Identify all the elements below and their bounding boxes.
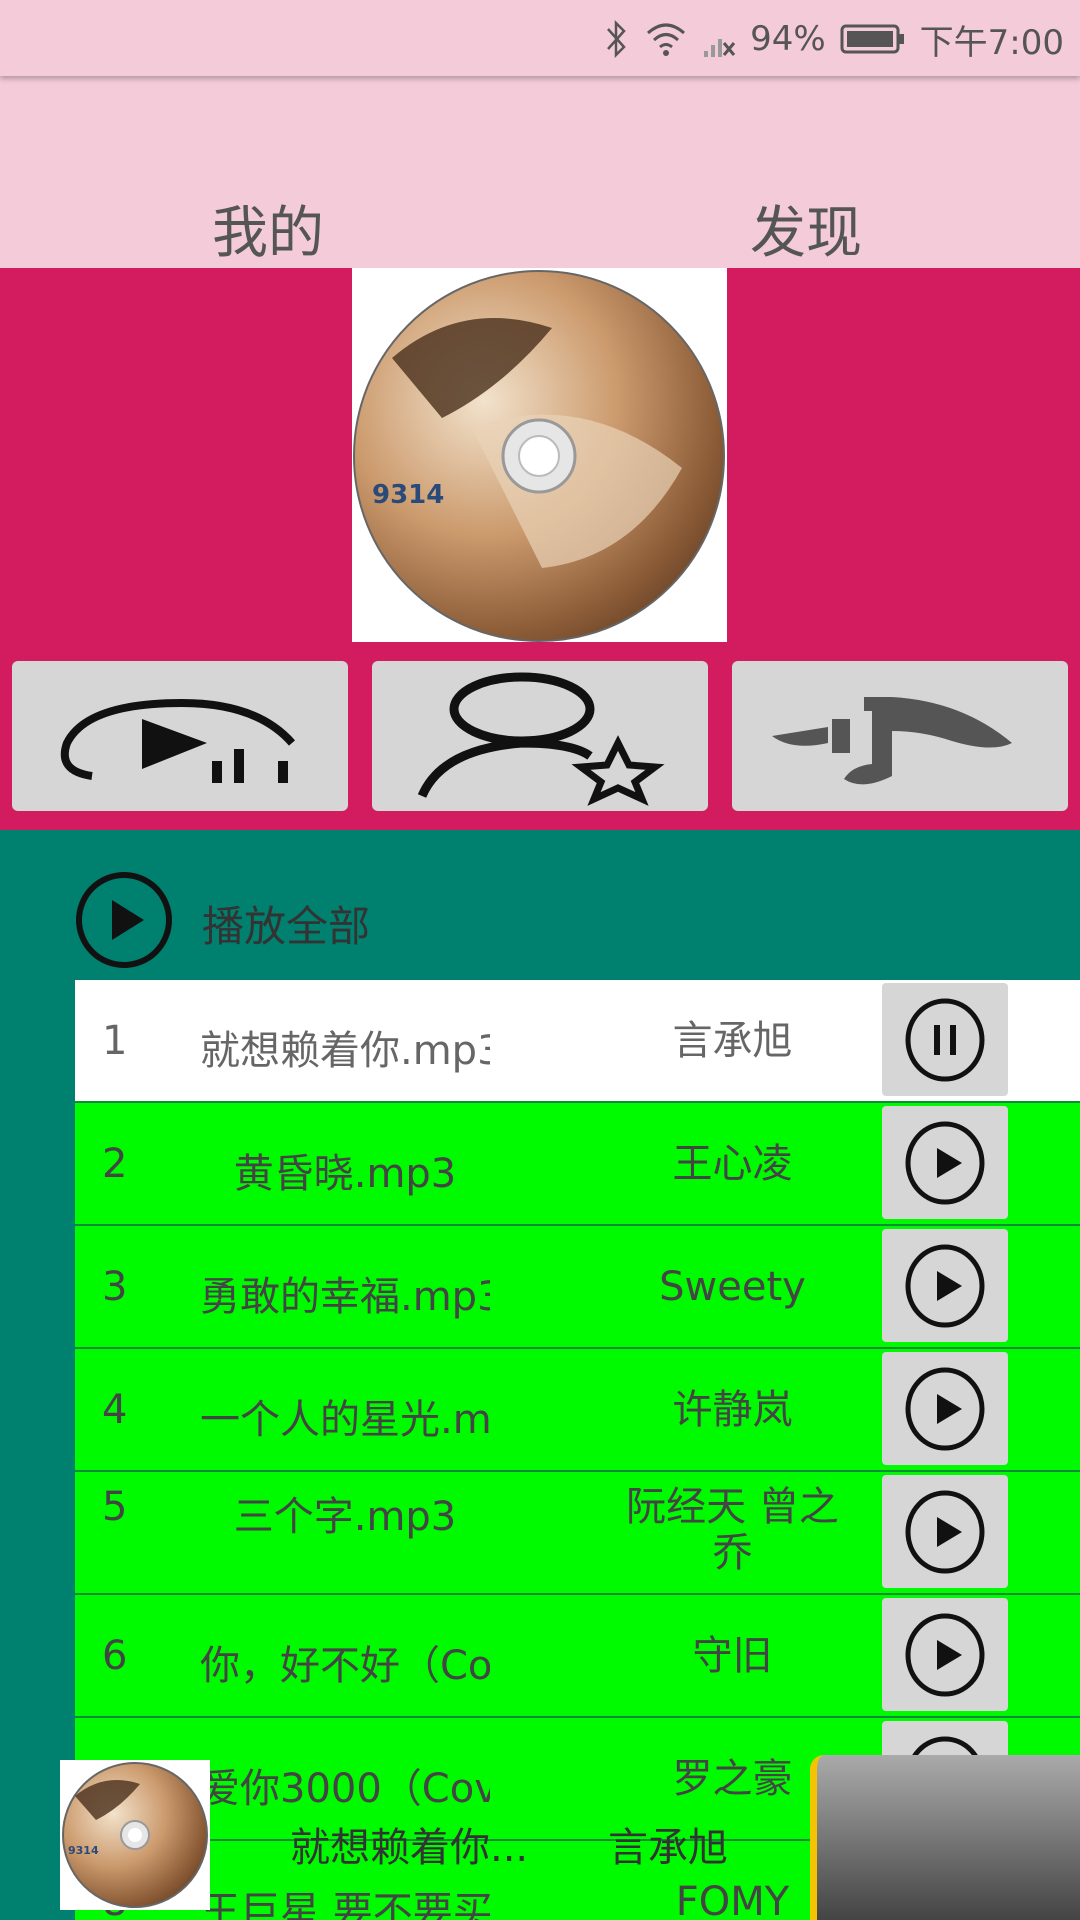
bluetooth-icon: [604, 19, 630, 59]
song-title: 爱你3000（Cover：..: [200, 1766, 490, 1812]
battery-icon: [840, 23, 906, 55]
song-title: 一个人的星光.mp3: [200, 1397, 490, 1443]
pause-button[interactable]: [882, 983, 1008, 1096]
play-button[interactable]: [882, 1598, 1008, 1711]
battery-percent: 94%: [750, 19, 826, 59]
album-cover[interactable]: 9314: [352, 268, 727, 642]
play-icon: [905, 1121, 985, 1205]
album-disc-image: 9314: [353, 270, 725, 642]
favorite-artists-button[interactable]: [372, 661, 708, 811]
play-stats-button[interactable]: [12, 661, 348, 811]
mini-player-album[interactable]: 9314: [60, 1760, 210, 1910]
song-row[interactable]: 1 就想赖着你.mp3 言承旭: [75, 980, 1080, 1103]
signal-icon: [702, 19, 736, 59]
tab-mine[interactable]: 我的: [212, 188, 324, 269]
play-icon: [905, 1613, 985, 1697]
music-note-icon: [772, 697, 1012, 785]
play-all-label[interactable]: 播放全部: [202, 893, 370, 954]
song-row[interactable]: 6 你，好不好（Cover.. 守旧: [75, 1595, 1080, 1718]
song-title: 就想赖着你.mp3: [200, 1028, 490, 1074]
music-library-button[interactable]: [732, 661, 1068, 811]
status-indicators: 94% 下午7:00: [604, 14, 1064, 64]
play-icon: [905, 1490, 985, 1574]
tab-discover[interactable]: 发现: [750, 188, 862, 269]
song-artist: 言承旭: [672, 1018, 793, 1064]
song-row[interactable]: 5 三个字.mp3 阮经天 曾之乔: [75, 1472, 1080, 1595]
song-artist: Sweety: [659, 1264, 806, 1310]
featured-section: 9314: [0, 268, 1080, 830]
song-title: 黄昏晓.mp3: [233, 1151, 457, 1197]
play-button[interactable]: [882, 1475, 1008, 1588]
play-button[interactable]: [882, 1229, 1008, 1342]
play-icon: [905, 1367, 985, 1451]
play-button[interactable]: [882, 1106, 1008, 1219]
mini-player-artist[interactable]: 言承旭: [608, 1815, 728, 1873]
wifi-icon: [644, 19, 688, 59]
svg-text:9314: 9314: [68, 1844, 99, 1857]
top-header: 我的 发现: [0, 76, 1080, 268]
play-circle-icon: [76, 872, 172, 968]
song-number: 3: [102, 1264, 128, 1310]
song-title: 勇敢的幸福.mp3: [200, 1274, 490, 1320]
status-bar: 94% 下午7:00: [0, 0, 1080, 76]
song-number: 4: [102, 1387, 128, 1433]
song-artist: 阮经天 曾之乔: [626, 1484, 839, 1576]
clock: 下午7:00: [919, 22, 1064, 63]
song-number: 2: [102, 1141, 128, 1187]
mini-player-title[interactable]: 就想赖着你...: [290, 1815, 528, 1873]
pause-icon: [905, 998, 985, 1082]
song-number: 1: [102, 1018, 128, 1064]
song-artist: 王心凌: [672, 1141, 793, 1187]
song-row[interactable]: 2 黄昏晓.mp3 王心凌: [75, 1103, 1080, 1226]
svg-text:9314: 9314: [372, 480, 444, 510]
song-artist: 许静岚: [672, 1387, 793, 1433]
song-title: 你，好不好（Cover..: [200, 1643, 490, 1689]
play-chart-icon: [60, 698, 296, 783]
play-all-button[interactable]: [74, 870, 174, 974]
mini-album-disc-image: 9314: [62, 1762, 208, 1908]
song-title: 三个字.mp3: [233, 1494, 457, 1540]
user-star-icon: [417, 672, 665, 806]
mini-player-control[interactable]: [810, 1755, 1080, 1920]
song-artist: 守旧: [692, 1633, 773, 1679]
song-number: 6: [102, 1633, 128, 1679]
song-row[interactable]: 3 勇敢的幸福.mp3 Sweety: [75, 1226, 1080, 1349]
song-title: 王巨星 要不要买菜: [200, 1889, 490, 1920]
play-icon: [905, 1244, 985, 1328]
play-button[interactable]: [882, 1352, 1008, 1465]
song-row[interactable]: 4 一个人的星光.mp3 许静岚: [75, 1349, 1080, 1472]
song-number: 5: [102, 1484, 128, 1530]
